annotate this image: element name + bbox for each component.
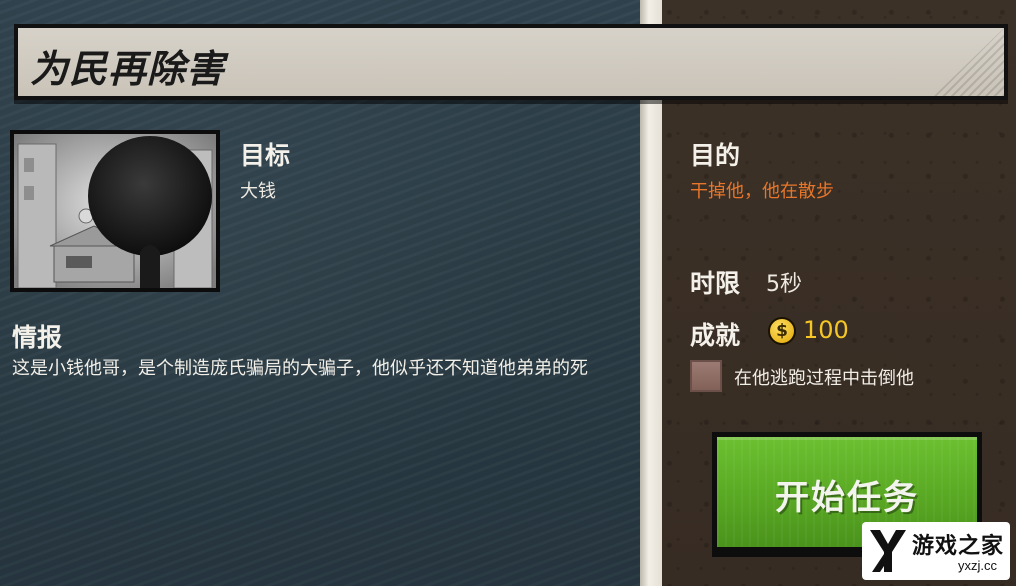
target-portrait	[10, 130, 220, 292]
purpose-label: 目的	[690, 141, 741, 170]
time-limit-label: 时限	[690, 269, 741, 298]
start-mission-label: 开始任务	[775, 478, 919, 518]
bonus-objective-text: 在他逃跑过程中击倒他	[734, 368, 914, 389]
bonus-objective-checkbox[interactable]	[690, 360, 722, 392]
mission-title-banner: 为民再除害	[14, 24, 1008, 100]
logo-name: 游戏之家	[912, 534, 1005, 559]
target-portrait-image	[14, 134, 216, 288]
time-limit-value: 5秒	[766, 272, 802, 297]
mission-title: 为民再除害	[30, 47, 226, 91]
intel-label: 情报	[12, 323, 63, 352]
reward-value: 100	[803, 316, 849, 344]
site-logo: 游戏之家 yxzj.cc	[862, 522, 1010, 580]
achievement-label: 成就	[690, 321, 741, 350]
target-label: 目标	[240, 141, 291, 170]
intel-text: 这是小钱他哥，是个制造庞氏骗局的大骗子，他似乎还不知道他弟弟的死	[12, 358, 588, 379]
logo-url: yxzj.cc	[958, 558, 997, 573]
target-name: 大钱	[240, 181, 276, 202]
purpose-text: 干掉他，他在散步	[690, 181, 834, 202]
coin-icon: $	[768, 317, 796, 345]
logo-mark-icon	[870, 530, 906, 572]
